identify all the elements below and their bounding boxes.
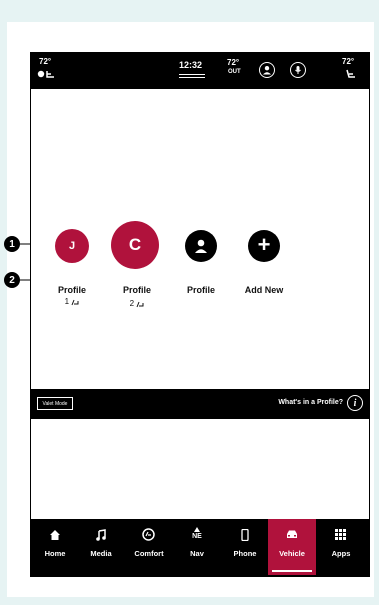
person-icon: [195, 239, 207, 253]
comfort-icon: [142, 528, 155, 541]
infotainment-screen: 72° 12:32 72° OUT 72° J Profile 1 C Prof…: [30, 52, 370, 577]
clock-underline-2: [179, 77, 205, 78]
add-new-label: Add New: [244, 285, 284, 295]
nav-media-label: Media: [90, 549, 112, 558]
vehicle-icon: [287, 530, 297, 538]
nav-home-label: Home: [44, 549, 66, 558]
profile-1-number: 1: [64, 297, 70, 306]
nav-phone-label: Phone: [233, 549, 257, 558]
nav-apps-label: Apps: [331, 549, 351, 558]
passenger-temp[interactable]: 72°: [342, 57, 354, 66]
clock: 12:32: [179, 60, 203, 70]
outside-temp: 72°: [227, 58, 240, 67]
profile-status-button[interactable]: [259, 62, 275, 78]
info-icon[interactable]: i: [347, 395, 363, 411]
nav-apps[interactable]: Apps: [317, 519, 365, 575]
nav-nav-label: Nav: [190, 549, 204, 558]
profile-2-number: 2: [129, 299, 135, 308]
profile-j-avatar[interactable]: J: [55, 229, 89, 263]
nav-comfort[interactable]: Comfort: [125, 519, 173, 575]
profile-2-label: Profile: [122, 285, 151, 295]
status-bar: 72° 12:32 72° OUT 72°: [31, 53, 369, 89]
valet-mode-button[interactable]: Valet Mode: [37, 397, 73, 410]
profile-2-sub: 2: [107, 299, 167, 308]
new-profile-avatar[interactable]: [185, 230, 217, 262]
seat-memory-icon: [71, 299, 79, 306]
passenger-seat-icon[interactable]: [345, 69, 357, 81]
valet-bar: Valet Mode What's in a Profile? i: [31, 389, 369, 419]
apps-grid-icon: [335, 529, 346, 540]
compass-arrow-icon: [194, 527, 200, 532]
compass-icon: NE: [192, 533, 202, 540]
driver-temp[interactable]: 72°: [39, 57, 51, 66]
callout-1: 1: [4, 236, 20, 252]
music-note-icon: [96, 529, 106, 541]
profile-3-label: Profile: [186, 285, 215, 295]
outside-label: OUT: [228, 69, 241, 75]
bottom-nav: Home Media Comfort NE Nav Phone Vehicle …: [31, 519, 369, 577]
profile-c-avatar[interactable]: C: [111, 221, 159, 269]
active-underline: [272, 570, 312, 572]
whats-in-profile-link[interactable]: What's in a Profile?: [278, 399, 343, 406]
seat-heat-icon[interactable]: [37, 69, 57, 79]
nav-phone[interactable]: Phone: [221, 519, 269, 575]
person-icon: [263, 66, 271, 75]
seat-memory-icon: [136, 301, 144, 308]
nav-home[interactable]: Home: [31, 519, 79, 575]
clock-underline: [179, 74, 205, 75]
profile-1-sub: 1: [42, 297, 102, 306]
plus-icon: +: [257, 232, 271, 257]
profile-1-label: Profile: [57, 285, 86, 295]
nav-comfort-label: Comfort: [134, 549, 164, 558]
add-new-button[interactable]: +: [248, 230, 280, 262]
voice-button[interactable]: [290, 62, 306, 78]
nav-nav[interactable]: NE Nav: [173, 519, 221, 575]
microphone-icon: [295, 66, 301, 74]
nav-vehicle-label: Vehicle: [279, 549, 305, 558]
nav-media[interactable]: Media: [77, 519, 125, 575]
phone-icon: [241, 529, 249, 541]
callout-2: 2: [4, 272, 20, 288]
nav-vehicle[interactable]: Vehicle: [268, 519, 316, 575]
